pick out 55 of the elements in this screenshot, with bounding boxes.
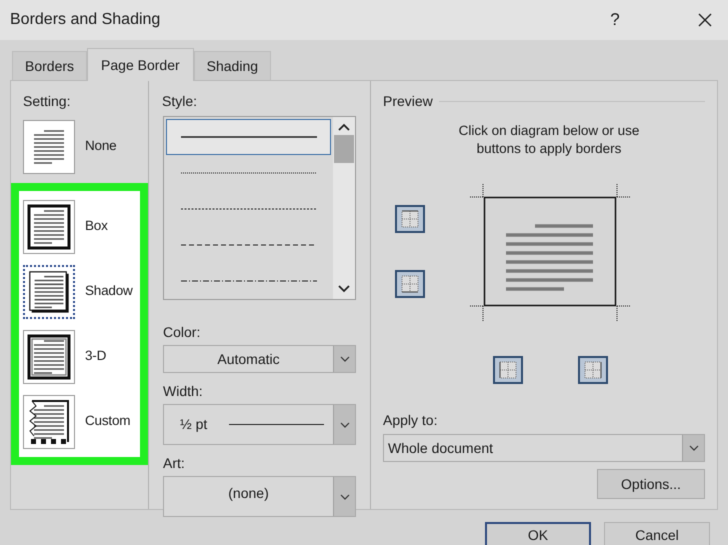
- cancel-button[interactable]: Cancel: [604, 522, 710, 545]
- help-button[interactable]: ?: [600, 7, 630, 33]
- line-style-icon: [180, 207, 316, 211]
- scrollbar[interactable]: [333, 117, 355, 299]
- border-toggle-button[interactable]: [395, 270, 425, 298]
- border-toggle-button[interactable]: [578, 356, 608, 384]
- ok-button[interactable]: OK: [485, 522, 591, 545]
- line-style-icon: [180, 279, 316, 283]
- tab[interactable]: Shading: [194, 51, 272, 80]
- setting-option-button[interactable]: [23, 120, 75, 174]
- line-style-icon: [180, 135, 316, 139]
- dropdown-caret-icon: [340, 422, 350, 428]
- dropdown[interactable]: (none): [163, 476, 356, 517]
- dropdown-value: ½ pt: [180, 415, 208, 434]
- dropdown-value: (none): [228, 484, 269, 503]
- setting-option-button[interactable]: [23, 264, 75, 318]
- dropdown-caret-icon: [340, 356, 350, 362]
- dropdown[interactable]: Whole document: [383, 434, 705, 462]
- dropdown-value: Whole document: [388, 438, 494, 458]
- field-label: Style:: [162, 92, 198, 111]
- setting-option-button[interactable]: [23, 200, 75, 254]
- options-button[interactable]: Options...: [597, 469, 705, 499]
- line-style-icon: [180, 243, 316, 247]
- line-style-icon: [180, 171, 316, 175]
- field-label: Art:: [163, 454, 186, 473]
- border-toggle-button[interactable]: [493, 356, 523, 384]
- section-label: Preview: [383, 92, 433, 111]
- style-list[interactable]: [163, 116, 356, 300]
- setting-option-button[interactable]: [23, 330, 75, 384]
- dropdown-value: Automatic: [217, 350, 280, 368]
- close-icon[interactable]: [697, 12, 713, 28]
- style-option[interactable]: [166, 119, 331, 155]
- scroll-down-icon[interactable]: [338, 285, 350, 293]
- field-label: Apply to:: [383, 411, 438, 430]
- setting-option-label[interactable]: None: [85, 136, 116, 157]
- setting-option-button[interactable]: [23, 394, 75, 448]
- tab[interactable]: Borders: [12, 51, 88, 80]
- window-title: Borders and Shading: [10, 10, 160, 30]
- section-label: Setting:: [22, 92, 72, 111]
- scrollbar-thumb[interactable]: [334, 135, 354, 163]
- setting-option-label[interactable]: 3-D: [85, 346, 106, 367]
- scroll-up-icon[interactable]: [338, 123, 350, 131]
- border-toggle-button[interactable]: [395, 205, 425, 233]
- field-label: Color:: [163, 323, 202, 342]
- dropdown[interactable]: ½ pt: [163, 404, 356, 445]
- field-label: Width:: [163, 382, 204, 401]
- preview-instructions: Click on diagram below or use buttons to apply borders: [458, 122, 640, 158]
- dropdown[interactable]: Automatic: [163, 345, 356, 373]
- setting-option-label[interactable]: Custom: [85, 411, 130, 432]
- page-preview-drawing[interactable]: [470, 183, 630, 323]
- tab[interactable]: Page Border: [87, 48, 194, 81]
- dropdown-caret-icon: [340, 494, 350, 500]
- dropdown-caret-icon: [688, 445, 698, 451]
- setting-option-label[interactable]: Shadow: [85, 281, 133, 302]
- setting-option-label[interactable]: Box: [85, 216, 108, 237]
